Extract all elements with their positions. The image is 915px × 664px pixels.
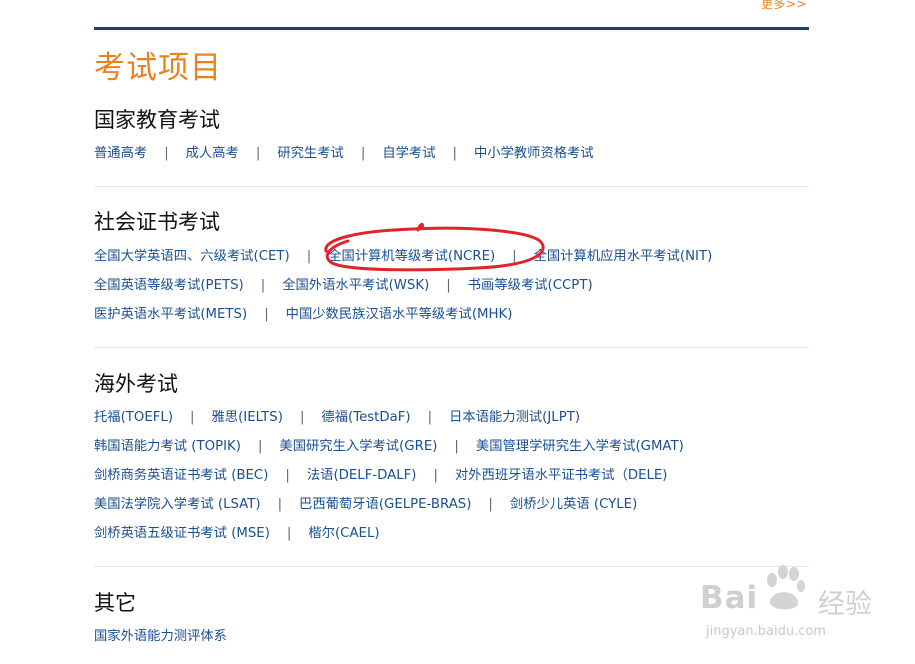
exam-link[interactable]: 巴西葡萄牙语(GELPE-BRAS) — [299, 497, 471, 512]
link-list: 托福(TOEFL) | 雅思(IELTS) | 德福(TestDaF) | 日本语能力测试(… — [94, 408, 809, 553]
exam-link[interactable]: 全国外语水平考试(WSK) — [282, 278, 429, 293]
separator: | — [446, 278, 451, 293]
exam-link[interactable]: 医护英语水平考试(METS) — [94, 307, 247, 322]
separator: | — [255, 146, 261, 161]
separator: | — [299, 410, 305, 425]
exam-link[interactable]: 研究生考试 — [277, 146, 343, 161]
link-row: 剑桥英语五级证书考试 (MSE) | 楷尔(CAEL) — [94, 524, 809, 553]
watermark-brand-cn: 经验 — [818, 589, 872, 620]
exam-link[interactable]: 全国大学英语四、六级考试(CET) — [94, 249, 290, 264]
link-list: 国家外语能力测评体系 — [94, 627, 809, 656]
exam-link[interactable]: 剑桥英语五级证书考试 (MSE) — [94, 526, 270, 541]
exam-link[interactable]: 美国研究生入学考试(GRE) — [279, 439, 437, 454]
section-national-education: 国家教育考试 普通高考 | 成人高考 | 研究生考试 | 自学考试 | 中小学教师资格考试 — [94, 104, 809, 161]
exam-link[interactable]: 全国计算机等级考试(NCRE) — [328, 249, 495, 264]
link-row: 全国英语等级考试(PETS) | 全国外语水平考试(WSK) | 书画等级考试(CCPT… — [94, 276, 809, 305]
divider — [94, 347, 809, 348]
exam-link[interactable]: 雅思(IELTS) — [212, 410, 283, 425]
top-rule — [94, 27, 809, 30]
section-overseas-exams: 海外考试 托福(TOEFL) | 雅思(IELTS) | 德福(TestDaF) | 日本语… — [94, 368, 809, 541]
link-row: 美国法学院入学考试 (LSAT) | 巴西葡萄牙语(GELPE-BRAS) | 剑桥少儿… — [94, 495, 809, 524]
separator: | — [454, 439, 459, 454]
exam-link[interactable]: 日本语能力测试(JLPT) — [449, 410, 580, 425]
exam-link[interactable]: 全国英语等级考试(PETS) — [94, 278, 244, 293]
link-row: 医护英语水平考试(METS) | 中国少数民族汉语水平等级考试(MHK) — [94, 305, 809, 334]
exam-link[interactable]: 法语(DELF-DALF) — [307, 468, 417, 483]
link-row: 托福(TOEFL) | 雅思(IELTS) | 德福(TestDaF) | 日本语能力测试(… — [94, 408, 809, 437]
separator: | — [452, 146, 457, 161]
separator: | — [306, 249, 312, 264]
separator: | — [277, 497, 283, 512]
exam-link[interactable]: 楷尔(CAEL) — [308, 526, 379, 541]
exam-link[interactable]: 成人高考 — [186, 146, 239, 161]
exam-link[interactable]: 书画等级考试(CCPT) — [468, 278, 593, 293]
exam-link[interactable]: 美国法学院入学考试 (LSAT) — [94, 497, 261, 512]
section-other: 其它 国家外语能力测评体系 — [94, 587, 809, 644]
divider — [94, 186, 809, 187]
exam-link[interactable]: 剑桥商务英语证书考试 (BEC) — [94, 468, 268, 483]
link-row: 国家外语能力测评体系 — [94, 627, 809, 656]
page-title: 考试项目 — [94, 50, 222, 86]
section-title: 国家教育考试 — [94, 108, 220, 132]
exam-link[interactable]: 自学考试 — [382, 146, 435, 161]
separator: | — [286, 526, 292, 541]
exam-link[interactable]: 对外西班牙语水平证书考试（DELE) — [455, 468, 668, 483]
exam-link[interactable]: 美国管理学研究生入学考试(GMAT) — [476, 439, 684, 454]
separator: | — [190, 410, 195, 425]
exam-link[interactable]: 普通高考 — [94, 146, 147, 161]
link-list: 普通高考 | 成人高考 | 研究生考试 | 自学考试 | 中小学教师资格考试 — [94, 144, 809, 173]
exam-link[interactable]: 中小学教师资格考试 — [474, 146, 594, 161]
section-title: 其它 — [94, 591, 136, 615]
exam-link[interactable]: 国家外语能力测评体系 — [94, 629, 227, 644]
separator: | — [264, 307, 269, 322]
section-title: 社会证书考试 — [94, 210, 220, 234]
link-list: 全国大学英语四、六级考试(CET) | 全国计算机等级考试(NCRE) | 全国计算机应… — [94, 247, 809, 334]
separator: | — [164, 146, 169, 161]
separator: | — [433, 468, 438, 483]
link-row: 全国大学英语四、六级考试(CET) | 全国计算机等级考试(NCRE) | 全国计算机应… — [94, 247, 809, 276]
exam-link[interactable]: 韩国语能力考试 (TOPIK) — [94, 439, 241, 454]
link-row: 普通高考 | 成人高考 | 研究生考试 | 自学考试 | 中小学教师资格考试 — [94, 144, 809, 173]
link-row: 剑桥商务英语证书考试 (BEC) | 法语(DELF-DALF) | 对外西班牙语水平证… — [94, 466, 809, 495]
divider — [94, 566, 809, 567]
separator: | — [257, 439, 263, 454]
link-row: 韩国语能力考试 (TOPIK) | 美国研究生入学考试(GRE) | 美国管理学研究生入… — [94, 437, 809, 466]
exam-link[interactable]: 德福(TestDaF) — [321, 410, 410, 425]
exam-link[interactable]: 托福(TOEFL) — [94, 410, 173, 425]
separator: | — [285, 468, 290, 483]
section-social-certificates: 社会证书考试 全国大学英语四、六级考试(CET) | 全国计算机等级考试(NCRE)… — [94, 206, 809, 322]
more-link[interactable]: 更多>> — [761, 0, 807, 12]
separator: | — [488, 497, 493, 512]
separator: | — [360, 146, 366, 161]
section-title: 海外考试 — [94, 372, 178, 396]
separator: | — [260, 278, 266, 293]
exam-link[interactable]: 全国计算机应用水平考试(NIT) — [534, 249, 713, 264]
exam-link[interactable]: 中国少数民族汉语水平等级考试(MHK) — [286, 307, 513, 322]
separator: | — [427, 410, 433, 425]
separator: | — [512, 249, 517, 264]
exam-link[interactable]: 剑桥少儿英语 (CYLE) — [510, 497, 637, 512]
